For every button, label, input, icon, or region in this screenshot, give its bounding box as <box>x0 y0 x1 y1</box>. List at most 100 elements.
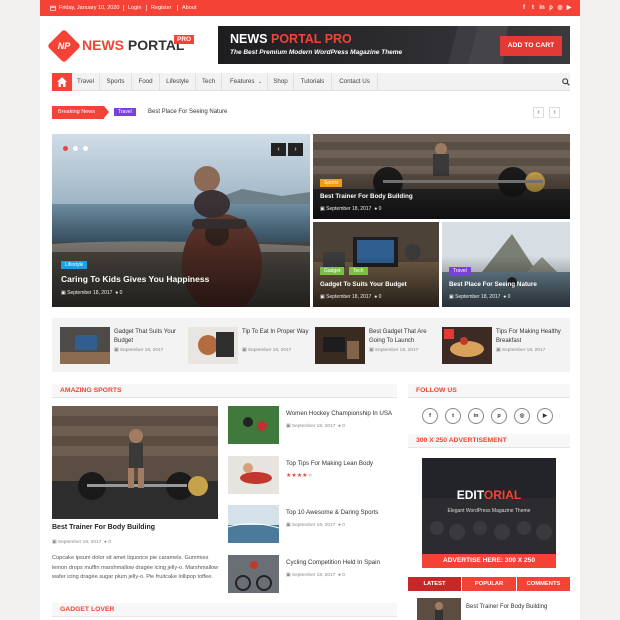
list-item-title[interactable]: Cycling Competition Held In Spain <box>286 559 380 566</box>
featured-bottom-left-title[interactable]: Gadget To Suits Your Budget <box>320 281 407 288</box>
amazing-sports-main-title[interactable]: Best Trainer For Body Building <box>52 524 155 531</box>
calendar-icon: ▣ <box>320 294 325 300</box>
ticker-category-tag[interactable]: Travel <box>114 108 136 116</box>
featured-bottom-left[interactable]: Gadget Tech Gadget To Suits Your Budget … <box>313 222 439 307</box>
ad-title-part-1: EDIT <box>456 488 484 502</box>
nav-item-sports[interactable]: Sports <box>100 73 132 91</box>
ticker-headline[interactable]: Best Place For Seeing Nature <box>148 109 227 115</box>
pinterest-icon[interactable]: p <box>491 408 507 424</box>
slider-prev-button[interactable]: ‹ <box>271 143 286 156</box>
nav-item-food[interactable]: Food <box>132 73 160 91</box>
tab-popular[interactable]: POPULAR <box>462 577 516 591</box>
about-link[interactable]: About <box>182 5 196 11</box>
logo-pro-badge: PRO <box>174 35 195 44</box>
small-post-thumbnail[interactable] <box>442 327 492 364</box>
tab-item-thumbnail[interactable] <box>417 598 461 620</box>
small-posts-row: Gadget That Suits Your Budget ▣ Septembe… <box>52 318 570 372</box>
comment-icon: ● <box>503 294 507 300</box>
nav-item-travel[interactable]: Travel <box>72 73 100 91</box>
main-navigation: Travel Sports Food Lifestyle Tech Featur… <box>52 73 570 91</box>
small-post-title[interactable]: Tips For Making Healthy Breakfast <box>496 328 568 346</box>
tab-item-image <box>417 598 461 620</box>
list-thumbnail[interactable] <box>228 505 279 543</box>
twitter-icon[interactable]: t <box>529 4 537 12</box>
facebook-icon[interactable]: f <box>422 408 438 424</box>
calendar-icon: ▣ <box>320 206 325 212</box>
search-icon[interactable] <box>562 78 570 86</box>
small-post-title[interactable]: Best Gadget That Are Going To Launch <box>369 328 441 346</box>
post-date: September 18, 2017 <box>326 206 372 212</box>
header-advertisement[interactable]: NEWS PORTAL PRO The Best Premium Modern … <box>218 26 570 64</box>
list-item-title[interactable]: Women Hockey Championship In USA <box>286 410 392 417</box>
featured-bottom-right[interactable]: Travel Best Place For Seeing Nature ▣ Se… <box>442 222 570 307</box>
list-item[interactable]: Top Tips For Making Lean Body ★★★★★ <box>228 456 388 494</box>
list-item[interactable]: Women Hockey Championship In USA ▣ Septe… <box>228 406 392 444</box>
register-link[interactable]: Register <box>151 5 171 11</box>
linkedin-icon[interactable]: in <box>538 4 546 12</box>
slider-dot[interactable] <box>83 146 88 151</box>
nav-item-features[interactable]: Features ⌄ <box>222 73 268 91</box>
list-item-meta: ▣ September 18, 2017 ● 0 <box>286 424 345 429</box>
advertise-here-cta[interactable]: ADVERTISE HERE: 300 X 250 <box>422 554 556 568</box>
small-post-thumbnail[interactable] <box>60 327 110 364</box>
slider-dot[interactable] <box>73 146 78 151</box>
nav-item-contact-us[interactable]: Contact Us <box>332 73 378 91</box>
small-post-thumbnail[interactable] <box>315 327 365 364</box>
featured-main-title[interactable]: Caring To Kids Gives You Happiness <box>61 274 209 284</box>
ticker-prev-button[interactable]: ‹ <box>533 107 544 118</box>
category-tag-gadget[interactable]: Gadget <box>320 267 345 275</box>
login-link[interactable]: Login <box>128 5 141 11</box>
linkedin-icon[interactable]: in <box>468 408 484 424</box>
nav-item-lifestyle[interactable]: Lifestyle <box>160 73 196 91</box>
featured-top-right-title[interactable]: Best Trainer For Body Building <box>320 193 413 200</box>
category-tag-lifestyle[interactable]: Lifestyle <box>61 261 88 269</box>
slider-dot-active[interactable] <box>63 146 68 151</box>
home-icon <box>57 77 67 87</box>
instagram-icon[interactable]: ◎ <box>556 4 564 12</box>
sidebar-advertisement[interactable]: EDITORIAL Elegant WordPress Magazine The… <box>422 458 556 568</box>
youtube-icon[interactable]: ▶ <box>537 408 553 424</box>
small-post-title[interactable]: Gadget That Suits Your Budget <box>114 328 186 346</box>
twitter-icon[interactable]: t <box>445 408 461 424</box>
list-item-title[interactable]: Top Tips For Making Lean Body <box>286 460 373 467</box>
nav-item-tutorials[interactable]: Tutorials <box>294 73 332 91</box>
featured-bottom-right-title[interactable]: Best Place For Seeing Nature <box>449 281 537 288</box>
list-thumbnail[interactable] <box>228 456 279 494</box>
category-tag-sports[interactable]: Sports <box>320 179 343 187</box>
featured-main-slide[interactable]: ‹ › Lifestyle Caring To Kids Gives You H… <box>52 134 310 307</box>
small-post-thumbnail[interactable] <box>188 327 238 364</box>
facebook-icon[interactable]: f <box>520 4 528 12</box>
comment-count: 0 <box>108 540 111 545</box>
current-date: Friday, January 10, 2020 <box>59 5 120 11</box>
amazing-sports-main-image[interactable] <box>52 406 218 519</box>
slider-next-button[interactable]: › <box>288 143 303 156</box>
amazing-sports-main-meta: ▣ September 18, 2017 ● 0 <box>52 540 111 545</box>
tab-item-title[interactable]: Best Trainer For Body Building <box>466 604 547 610</box>
home-button[interactable] <box>52 73 72 91</box>
featured-top-right[interactable]: Sports Best Trainer For Body Building ▣ … <box>313 134 570 219</box>
category-tag-tech[interactable]: Tech <box>349 267 368 275</box>
small-post-title[interactable]: Tip To Eat In Proper Way <box>242 328 314 337</box>
calendar-icon: ▣ <box>449 294 454 300</box>
tab-comments[interactable]: COMMENTS <box>517 577 570 591</box>
category-tag-travel[interactable]: Travel <box>449 267 471 275</box>
post-date: September 18, 2017 <box>291 424 336 429</box>
instagram-icon[interactable]: ◎ <box>514 408 530 424</box>
nav-item-shop[interactable]: Shop <box>268 73 294 91</box>
list-item[interactable]: Top 10 Awesome & Daring Sports ▣ Septemb… <box>228 505 388 543</box>
youtube-icon[interactable]: ▶ <box>565 4 573 12</box>
list-thumbnail[interactable] <box>228 406 279 444</box>
list-item[interactable]: Cycling Competition Held In Spain ▣ Sept… <box>228 555 388 593</box>
featured-bottom-right-meta: ▣ September 18, 2017 ● 0 <box>449 294 510 300</box>
pinterest-icon[interactable]: p <box>547 4 555 12</box>
nav-item-tech[interactable]: Tech <box>196 73 222 91</box>
site-logo[interactable]: NEWS PORTAL <box>82 37 184 53</box>
logo-badge[interactable]: NP <box>47 29 81 63</box>
ticker-next-button[interactable]: › <box>549 107 560 118</box>
tab-latest[interactable]: LATEST <box>408 577 461 591</box>
list-item-title[interactable]: Top 10 Awesome & Daring Sports <box>286 509 378 516</box>
section-title: 300 X 250 ADVERTISEMENT <box>416 437 507 444</box>
add-to-cart-button[interactable]: ADD TO CART <box>500 36 562 56</box>
gadget-lover-header: GADGET LOVER <box>52 603 397 617</box>
list-thumbnail[interactable] <box>228 555 279 593</box>
